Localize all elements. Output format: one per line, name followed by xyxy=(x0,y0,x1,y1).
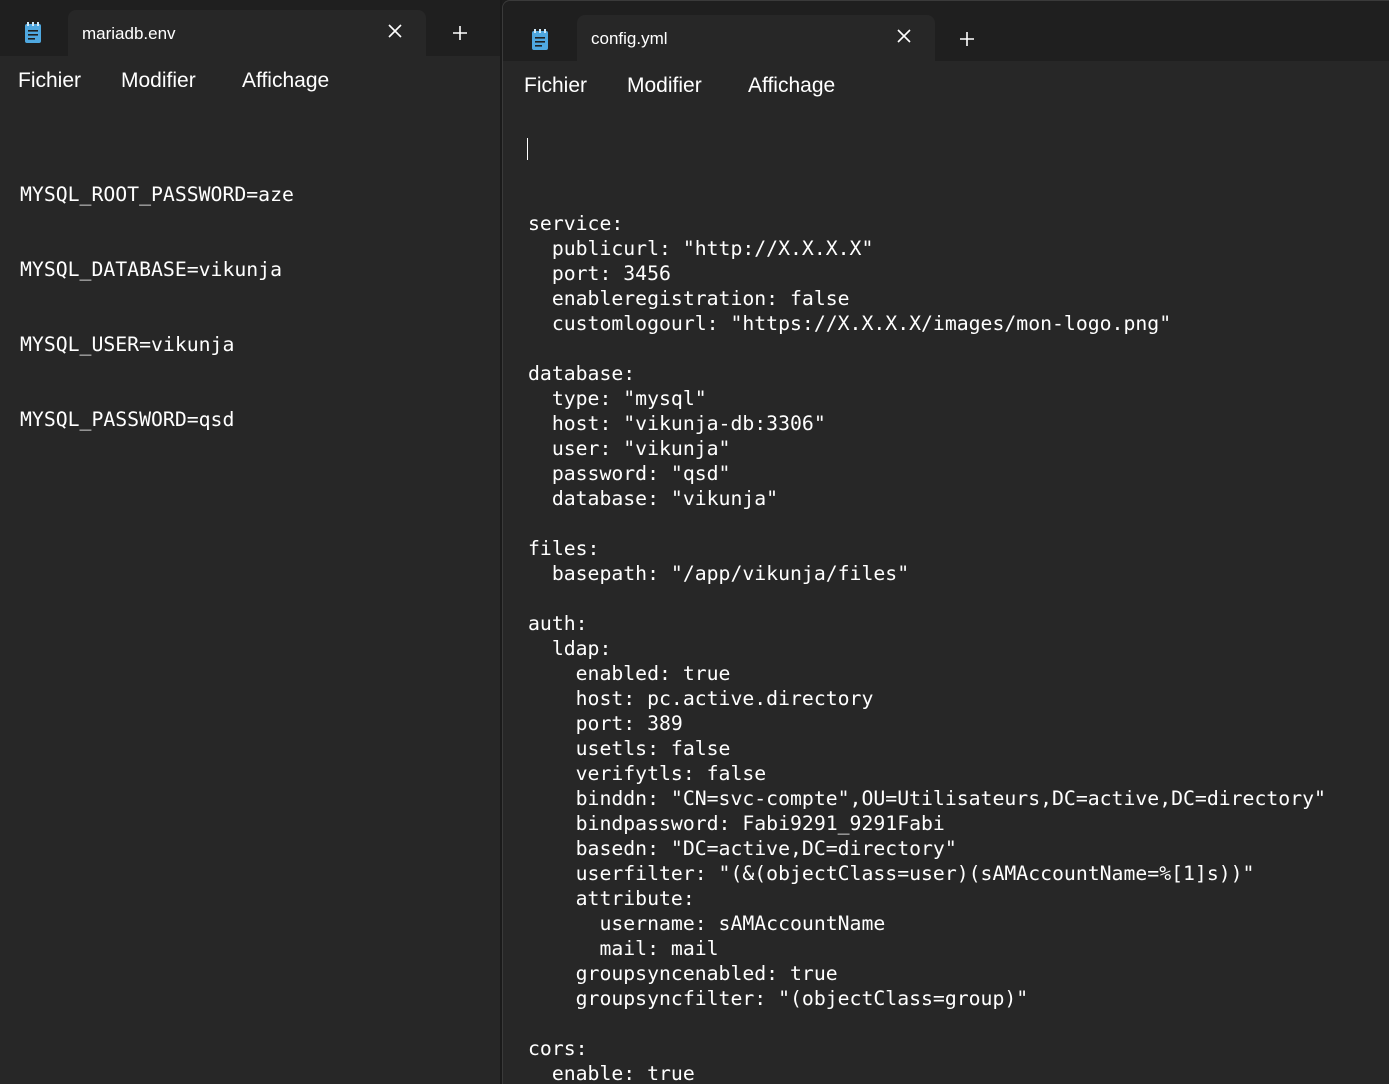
editor-line: customlogourl: "https://X.X.X.X/images/m… xyxy=(528,312,1172,335)
editor-line: groupsyncfilter: "(objectClass=group)" xyxy=(528,987,1029,1010)
editor-line: database: xyxy=(528,362,636,385)
editor-line: ldap: xyxy=(528,637,612,660)
editor-line: groupsyncenabled: true xyxy=(528,962,838,985)
editor-line: enableregistration: false xyxy=(528,287,850,310)
editor-line: bindpassword: Fabi9291_9291Fabi xyxy=(528,812,945,835)
notepad-icon xyxy=(532,29,548,50)
editor-line: publicurl: "http://X.X.X.X" xyxy=(528,237,874,260)
editor-line: binddn: "CN=svc-compte",OU=Utilisateurs,… xyxy=(528,787,1326,810)
editor-line: userfilter: "(&(objectClass=user)(sAMAcc… xyxy=(528,862,1255,885)
tab-config-yml[interactable]: config.yml xyxy=(577,15,935,61)
tab-title: mariadb.env xyxy=(82,24,176,43)
tab-bar: mariadb.env xyxy=(0,0,500,56)
notepad-icon xyxy=(25,22,41,43)
text-editor[interactable]: MYSQL_ROOT_PASSWORD=aze MYSQL_DATABASE=v… xyxy=(0,106,500,1084)
menu-file[interactable]: Fichier xyxy=(524,74,587,98)
editor-line: MYSQL_DATABASE=vikunja xyxy=(20,258,283,281)
editor-line: files: xyxy=(528,537,600,560)
editor-line: MYSQL_PASSWORD=qsd xyxy=(20,408,235,431)
tab-mariadb-env[interactable]: mariadb.env xyxy=(68,10,426,56)
editor-line: port: 3456 xyxy=(528,262,671,285)
text-caret xyxy=(527,138,528,160)
menu-bar: Fichier Modifier Affichage xyxy=(0,56,500,106)
menu-view[interactable]: Affichage xyxy=(748,74,835,98)
editor-line: host: pc.active.directory xyxy=(528,687,874,710)
editor-line: enabled: true xyxy=(528,662,731,685)
editor-line: user: "vikunja" xyxy=(528,437,731,460)
close-icon[interactable] xyxy=(386,22,404,40)
editor-line: attribute: xyxy=(528,887,695,910)
editor-line: type: "mysql" xyxy=(528,387,707,410)
editor-line: basedn: "DC=active,DC=directory" xyxy=(528,837,957,860)
editor-line: MYSQL_USER=vikunja xyxy=(20,333,235,356)
editor-line: password: "qsd" xyxy=(528,462,731,485)
editor-line: service: xyxy=(528,212,624,235)
menu-bar: Fichier Modifier Affichage xyxy=(503,61,1389,111)
notepad-window-mariadb-env: mariadb.env Fichier Modifier Affichage M… xyxy=(0,0,500,1084)
menu-view[interactable]: Affichage xyxy=(242,69,329,93)
new-tab-icon[interactable] xyxy=(958,30,976,48)
menu-edit[interactable]: Modifier xyxy=(627,74,702,98)
editor-line: verifytls: false xyxy=(528,762,767,785)
menu-edit[interactable]: Modifier xyxy=(121,69,196,93)
editor-line: username: sAMAccountName xyxy=(528,912,886,935)
tab-title: config.yml xyxy=(591,29,668,48)
editor-line: basepath: "/app/vikunja/files" xyxy=(528,562,910,585)
editor-line: host: "vikunja-db:3306" xyxy=(528,412,826,435)
menu-file[interactable]: Fichier xyxy=(18,69,81,93)
editor-line: mail: mail xyxy=(528,937,719,960)
editor-line: MYSQL_ROOT_PASSWORD=aze xyxy=(20,183,294,206)
close-icon[interactable] xyxy=(895,27,913,45)
editor-line: database: "vikunja" xyxy=(528,487,779,510)
notepad-window-config-yml: config.yml Fichier Modifier Affichage se… xyxy=(502,0,1389,1084)
editor-line: auth: xyxy=(528,612,588,635)
text-editor[interactable]: service: publicurl: "http://X.X.X.X" por… xyxy=(503,111,1389,1084)
editor-line: enable: true xyxy=(528,1062,695,1084)
new-tab-icon[interactable] xyxy=(451,24,469,42)
editor-line: usetls: false xyxy=(528,737,731,760)
tab-bar: config.yml xyxy=(503,1,1389,61)
editor-line: port: 389 xyxy=(528,712,683,735)
editor-line: cors: xyxy=(528,1037,588,1060)
